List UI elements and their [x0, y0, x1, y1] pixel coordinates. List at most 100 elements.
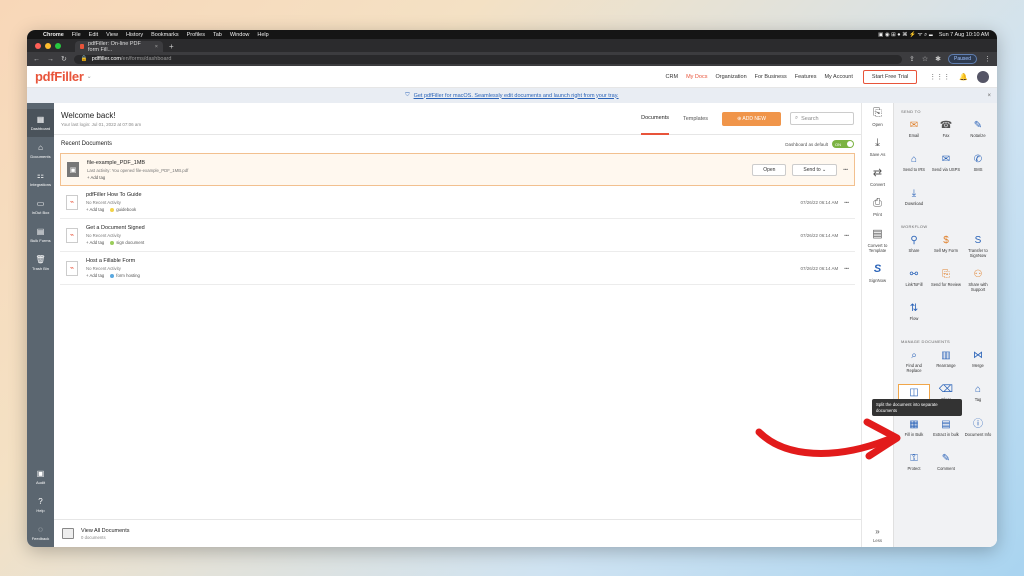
- more-options-icon[interactable]: •••: [843, 167, 848, 172]
- sidebar-item-help[interactable]: ? Help: [27, 491, 54, 519]
- action-send-to-irs[interactable]: ⌂ Send to IRS: [898, 154, 930, 184]
- view-all-label[interactable]: View All Documents: [81, 528, 130, 534]
- tab-close-icon[interactable]: ×: [155, 44, 158, 50]
- extensions-icon[interactable]: ✱: [935, 55, 941, 63]
- pdffiller-logo[interactable]: pdfFiller: [35, 69, 84, 84]
- tool-open[interactable]: ⎘ Open: [862, 107, 894, 127]
- document-tag[interactable]: guidebook: [110, 207, 136, 212]
- add-tag-link[interactable]: + Add tag: [86, 207, 104, 212]
- add-tag-link[interactable]: + Add tag: [86, 240, 104, 245]
- less-button[interactable]: » Less: [873, 527, 882, 543]
- action-merge[interactable]: ⋈ Merge: [962, 350, 994, 380]
- menu-edit[interactable]: Edit: [89, 32, 98, 38]
- app-menu[interactable]: Chrome: [43, 32, 64, 38]
- document-title[interactable]: pdfFiller How To Guide: [86, 192, 142, 198]
- action-flow[interactable]: ⇅ Flow: [898, 303, 930, 333]
- document-title[interactable]: file-example_PDF_1MB: [87, 160, 188, 166]
- action-extract-in-bulk[interactable]: ▤ Extract in bulk: [930, 419, 962, 449]
- document-row[interactable]: ⌁ Get a Document Signed No Recent Activi…: [60, 219, 855, 252]
- avatar[interactable]: [977, 70, 989, 83]
- menu-bookmarks[interactable]: Bookmarks: [151, 32, 179, 38]
- action-fax[interactable]: ☎ Fax: [930, 120, 962, 150]
- forward-icon[interactable]: →: [47, 56, 54, 63]
- apps-grid-icon[interactable]: ⋮⋮⋮: [929, 73, 950, 81]
- action-linktofill[interactable]: ⚯ LinkToFill: [898, 269, 930, 299]
- action-notarize[interactable]: ✎ Notarize: [962, 120, 994, 150]
- profile-paused-badge[interactable]: Paused: [948, 54, 977, 64]
- action-tag[interactable]: ⌂ Tag: [962, 384, 994, 414]
- minimize-window-button[interactable]: [45, 42, 51, 49]
- action-document-info[interactable]: ⓘ Document Info: [962, 419, 994, 449]
- nav-for-business[interactable]: For Business: [755, 74, 787, 80]
- action-rearrange[interactable]: ▥ Rearrange: [930, 350, 962, 380]
- zoom-window-button[interactable]: [55, 42, 61, 49]
- sidebar-item-bulk-forms[interactable]: ▤ Bulk Forms: [27, 221, 54, 249]
- browser-tab[interactable]: pdfFiller: On-line PDF form Fill... ×: [75, 41, 163, 53]
- action-send-via-usps[interactable]: ✉ Send via USPS: [930, 154, 962, 184]
- document-row[interactable]: ⌁ Host a Fillable Form No Recent Activit…: [60, 252, 855, 285]
- sidebar-item-inout-box[interactable]: ▭ InOut Box: [27, 193, 54, 221]
- send-to-button[interactable]: Send to ⌄: [792, 163, 838, 176]
- document-title[interactable]: Host a Fillable Form: [86, 258, 140, 264]
- notifications-icon[interactable]: 🔔: [959, 73, 968, 81]
- reload-icon[interactable]: ↻: [61, 55, 67, 63]
- action-send-for-review[interactable]: ⎘ Send for Review: [930, 269, 962, 299]
- add-tag-link[interactable]: + Add tag: [86, 273, 104, 278]
- document-row[interactable]: ⌁ pdfFiller How To Guide No Recent Activ…: [60, 186, 855, 219]
- share-icon[interactable]: ⇪: [909, 55, 915, 63]
- sidebar-item-documents[interactable]: ⌂ Documents: [27, 137, 54, 165]
- tab-templates[interactable]: Templates: [683, 103, 708, 135]
- action-transfer-to-signnow[interactable]: S Transfer to SignNow: [962, 235, 994, 265]
- more-options-icon[interactable]: •••: [844, 200, 849, 205]
- dashboard-default-toggle[interactable]: ON: [832, 140, 854, 148]
- document-row[interactable]: ▣ file-example_PDF_1MB Last activity: Yo…: [60, 153, 855, 186]
- close-window-button[interactable]: [35, 42, 41, 49]
- tool-save-as[interactable]: ⤓ Save As: [862, 137, 894, 157]
- nav-features[interactable]: Features: [795, 74, 817, 80]
- tool-print[interactable]: ⎙ Print: [862, 197, 894, 217]
- nav-my-docs[interactable]: My Docs: [686, 74, 707, 80]
- menu-profiles[interactable]: Profiles: [187, 32, 205, 38]
- add-new-button[interactable]: ⊕ ADD NEW: [722, 111, 781, 126]
- menu-tab[interactable]: Tab: [213, 32, 222, 38]
- tool-signnow[interactable]: S SignNow: [862, 263, 894, 283]
- sidebar-item-integrations[interactable]: ⚏ Integrations: [27, 165, 54, 193]
- action-email[interactable]: ✉ Email: [898, 120, 930, 150]
- banner-link[interactable]: Get pdfFiller for macOS. Seamlessly edit…: [414, 93, 619, 99]
- nav-my-account[interactable]: My Account: [824, 74, 852, 80]
- action-comment[interactable]: ✎ Comment: [930, 453, 962, 483]
- start-free-trial-button[interactable]: Start Free Trial: [862, 69, 918, 84]
- browser-menu-icon[interactable]: ⋮: [984, 55, 991, 63]
- menu-view[interactable]: View: [106, 32, 118, 38]
- more-options-icon[interactable]: •••: [844, 266, 849, 271]
- menu-file[interactable]: File: [72, 32, 81, 38]
- status-icons[interactable]: ▣ ◉ ⊞ ● ⌘ ⚡ ᯤ ⌕ ☰: [878, 30, 933, 39]
- more-options-icon[interactable]: •••: [844, 233, 849, 238]
- back-icon[interactable]: ←: [33, 56, 40, 63]
- new-tab-button[interactable]: +: [169, 41, 174, 52]
- action-share[interactable]: ⚲ Share: [898, 235, 930, 265]
- sidebar-item-feedback[interactable]: ◌ Feedback: [27, 519, 54, 547]
- action-sms[interactable]: ✆ SMS: [962, 154, 994, 184]
- menu-help[interactable]: Help: [257, 32, 268, 38]
- tool-convert-to-template[interactable]: ▤ Convert to Template: [862, 228, 894, 253]
- document-title[interactable]: Get a Document Signed: [86, 225, 145, 231]
- add-tag-link[interactable]: + Add tag: [87, 175, 105, 180]
- open-button[interactable]: Open: [752, 163, 787, 176]
- nav-organization[interactable]: Organization: [715, 74, 746, 80]
- action-sell-my-form[interactable]: $ Sell My Form: [930, 235, 962, 265]
- menu-window[interactable]: Window: [230, 32, 250, 38]
- sidebar-item-dashboard[interactable]: ▦ Dashboard: [27, 109, 54, 137]
- search-input[interactable]: ⌕ Search: [790, 112, 854, 125]
- banner-close-icon[interactable]: ×: [987, 93, 991, 99]
- sidebar-item-trash-bin[interactable]: 🗑 Trash Bin: [27, 249, 54, 277]
- action-share-with-support[interactable]: ⚇ Share with Support: [962, 269, 994, 299]
- bookmark-star-icon[interactable]: ☆: [922, 55, 928, 63]
- url-field[interactable]: 🔒 pdffiller.com/en/forms/dashboard: [73, 54, 902, 64]
- logo-caret-icon[interactable]: ⌄: [87, 73, 92, 80]
- tab-documents[interactable]: Documents: [641, 103, 669, 135]
- action-download[interactable]: ⤓ Download: [898, 188, 930, 218]
- nav-crm[interactable]: CRM: [666, 74, 679, 80]
- document-tag[interactable]: sign document: [110, 240, 144, 245]
- action-find-replace[interactable]: ⌕ Find and Replace: [898, 350, 930, 380]
